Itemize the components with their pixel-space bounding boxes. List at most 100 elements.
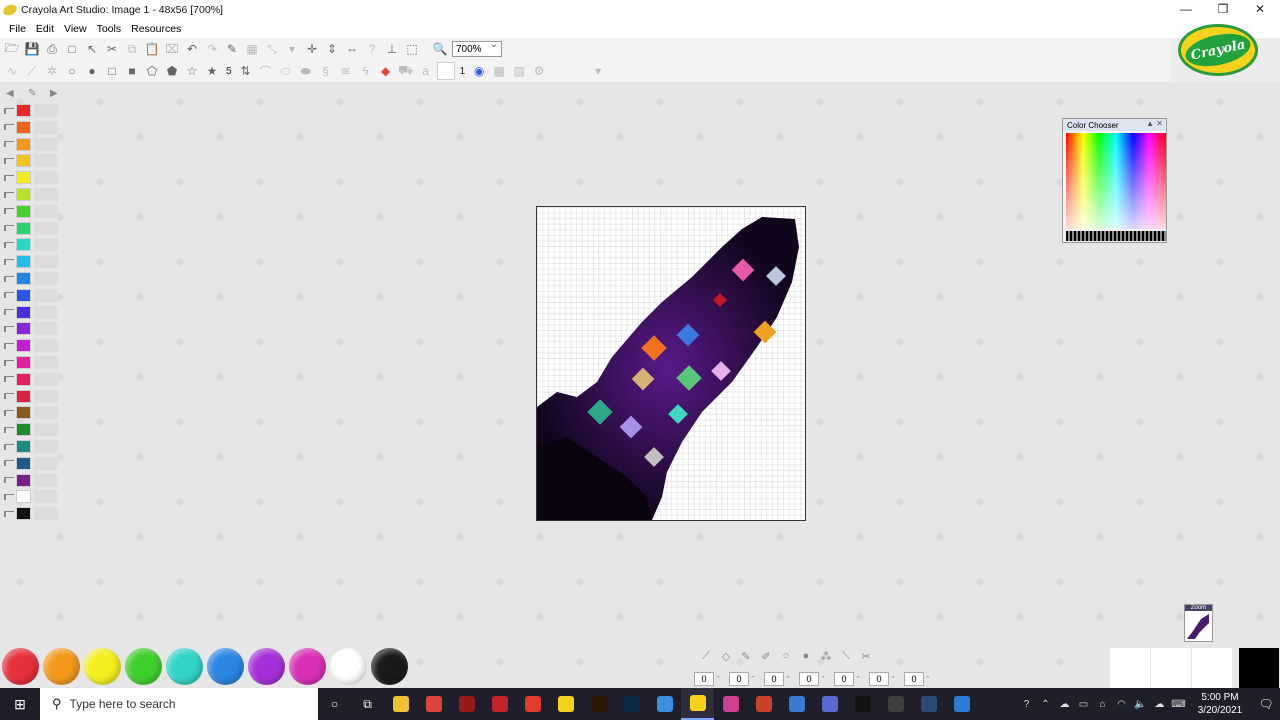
palette-swatch[interactable]: [16, 440, 31, 453]
battery-icon[interactable]: ▭: [1074, 699, 1093, 710]
volume-icon[interactable]: 🔈: [1131, 699, 1150, 710]
menu-tools[interactable]: Tools: [92, 23, 127, 35]
swatch-slot-2[interactable]: [1151, 648, 1191, 688]
photoshop-icon[interactable]: [615, 688, 648, 720]
spinner-icon[interactable]: ⌃: [890, 675, 902, 683]
chalk-icon[interactable]: ⟍: [837, 650, 855, 664]
palette-empty-slot[interactable]: [34, 456, 58, 470]
star-outline-icon[interactable]: ☆: [183, 62, 201, 80]
settings-app-icon[interactable]: [648, 688, 681, 720]
paste-icon[interactable]: 📋: [143, 40, 161, 58]
current-color-swatch[interactable]: [1239, 648, 1279, 688]
palette-swatch-row[interactable]: [4, 220, 60, 237]
menu-view[interactable]: View: [59, 23, 92, 35]
squiggle-icon[interactable]: §: [317, 62, 335, 80]
palette-empty-slot[interactable]: [34, 406, 58, 420]
palette-swatch-row[interactable]: [4, 438, 60, 455]
blue-dot-icon[interactable]: ◉: [470, 62, 488, 80]
square-filled-icon[interactable]: ■: [123, 62, 141, 80]
palette-swatch[interactable]: [16, 423, 31, 437]
lasso-icon[interactable]: ⌒: [257, 62, 275, 80]
palette-empty-slot[interactable]: [34, 490, 58, 504]
palette-swatch[interactable]: [16, 188, 31, 201]
app-swirl-icon[interactable]: [714, 688, 747, 720]
palette-empty-slot[interactable]: [34, 154, 58, 168]
palette-swatch-row[interactable]: [4, 169, 60, 186]
palette-swatch-row[interactable]: [4, 186, 60, 203]
spray-icon[interactable]: ⁂: [817, 650, 835, 664]
palette-swatch-row[interactable]: [4, 270, 60, 287]
palette-swatch[interactable]: [16, 305, 31, 319]
calculator-icon[interactable]: [813, 688, 846, 720]
help-icon[interactable]: ?: [363, 40, 381, 58]
palette-empty-slot[interactable]: [34, 255, 58, 269]
palette-swatch[interactable]: [16, 473, 31, 487]
sparkle-icon[interactable]: ✲: [43, 62, 61, 80]
pentagon-filled-icon[interactable]: ⬟: [163, 62, 181, 80]
palette-swatch-row[interactable]: [4, 404, 60, 421]
palette-swatch-row[interactable]: [4, 371, 60, 388]
transform-icon[interactable]: ⤡: [263, 40, 281, 58]
palette-empty-slot[interactable]: [34, 356, 58, 369]
curve-icon[interactable]: ∿: [3, 62, 21, 80]
crayola-taskbar-icon[interactable]: [681, 688, 714, 720]
coord-field-6[interactable]: 0: [869, 672, 889, 686]
maximize-button[interactable]: ❐: [1204, 0, 1242, 19]
palette-swatch[interactable]: [16, 104, 31, 117]
palette-empty-slot[interactable]: [34, 221, 58, 235]
stamp-icon[interactable]: ⊥: [383, 40, 401, 58]
circle-filled-icon[interactable]: ●: [83, 62, 101, 80]
palette-empty-slot[interactable]: [34, 339, 58, 353]
coord-field-5[interactable]: 0: [834, 672, 854, 686]
palette-swatch[interactable]: [16, 322, 31, 336]
palette-swatch[interactable]: [16, 456, 31, 470]
palette-empty-slot[interactable]: [34, 507, 58, 521]
palette-swatch-row[interactable]: [4, 152, 60, 169]
menu-edit[interactable]: Edit: [31, 23, 59, 35]
palette-empty-slot[interactable]: [34, 305, 58, 319]
palette-empty-slot[interactable]: [34, 104, 58, 117]
coord-field-4[interactable]: 0: [799, 672, 819, 686]
menu-resources[interactable]: Resources: [126, 23, 186, 35]
animate-icon[interactable]: [450, 688, 483, 720]
wifi-icon[interactable]: ◠: [1112, 699, 1131, 710]
save-icon[interactable]: 💾: [23, 40, 41, 58]
palette-empty-slot[interactable]: [34, 188, 58, 201]
palette-swatch[interactable]: [16, 137, 31, 151]
scissors-brush-icon[interactable]: ✂: [857, 650, 875, 664]
palette-swatch-row[interactable]: [4, 203, 60, 220]
monitor-app-icon[interactable]: [912, 688, 945, 720]
palette-empty-slot[interactable]: [34, 473, 58, 487]
palette-swatch[interactable]: [16, 238, 31, 252]
palette-swatch-row[interactable]: [4, 354, 60, 371]
print-icon[interactable]: ⎙: [43, 40, 61, 58]
file-explorer-icon[interactable]: [384, 688, 417, 720]
palette-swatch-row[interactable]: [4, 421, 60, 438]
spinner-icon[interactable]: ⌃: [820, 675, 832, 683]
undo-icon[interactable]: ↶: [183, 40, 201, 58]
palette-swatch[interactable]: [16, 171, 31, 185]
crayon-color-button[interactable]: [84, 648, 121, 685]
palette-empty-slot[interactable]: [34, 137, 58, 151]
palette-swatch-row[interactable]: [4, 337, 60, 354]
palette-swatch[interactable]: [16, 490, 31, 504]
drawing-canvas[interactable]: [536, 206, 806, 521]
crayon-color-button[interactable]: [125, 648, 162, 685]
paint-bucket-icon[interactable]: ⛟: [397, 62, 415, 80]
palette-next-icon[interactable]: ▶: [50, 88, 58, 99]
palette-empty-slot[interactable]: [34, 272, 58, 285]
open-folder-icon[interactable]: 🗁: [3, 40, 21, 58]
swatch-slot-3[interactable]: [1192, 648, 1232, 688]
lightning-icon[interactable]: ϟ: [357, 62, 375, 80]
edge-icon[interactable]: [945, 688, 978, 720]
acrobat-icon[interactable]: [516, 688, 549, 720]
palette-swatch-row[interactable]: [4, 320, 60, 337]
coord-field-1[interactable]: 0: [694, 672, 714, 686]
palette-empty-slot[interactable]: [34, 322, 58, 336]
crayon-color-button[interactable]: [2, 648, 39, 685]
illustrator-icon[interactable]: [582, 688, 615, 720]
flash-icon[interactable]: [483, 688, 516, 720]
start-button[interactable]: ⊞: [0, 688, 40, 720]
select-arrow-icon[interactable]: ↖: [83, 40, 101, 58]
crosshair-icon[interactable]: ✛: [303, 40, 321, 58]
